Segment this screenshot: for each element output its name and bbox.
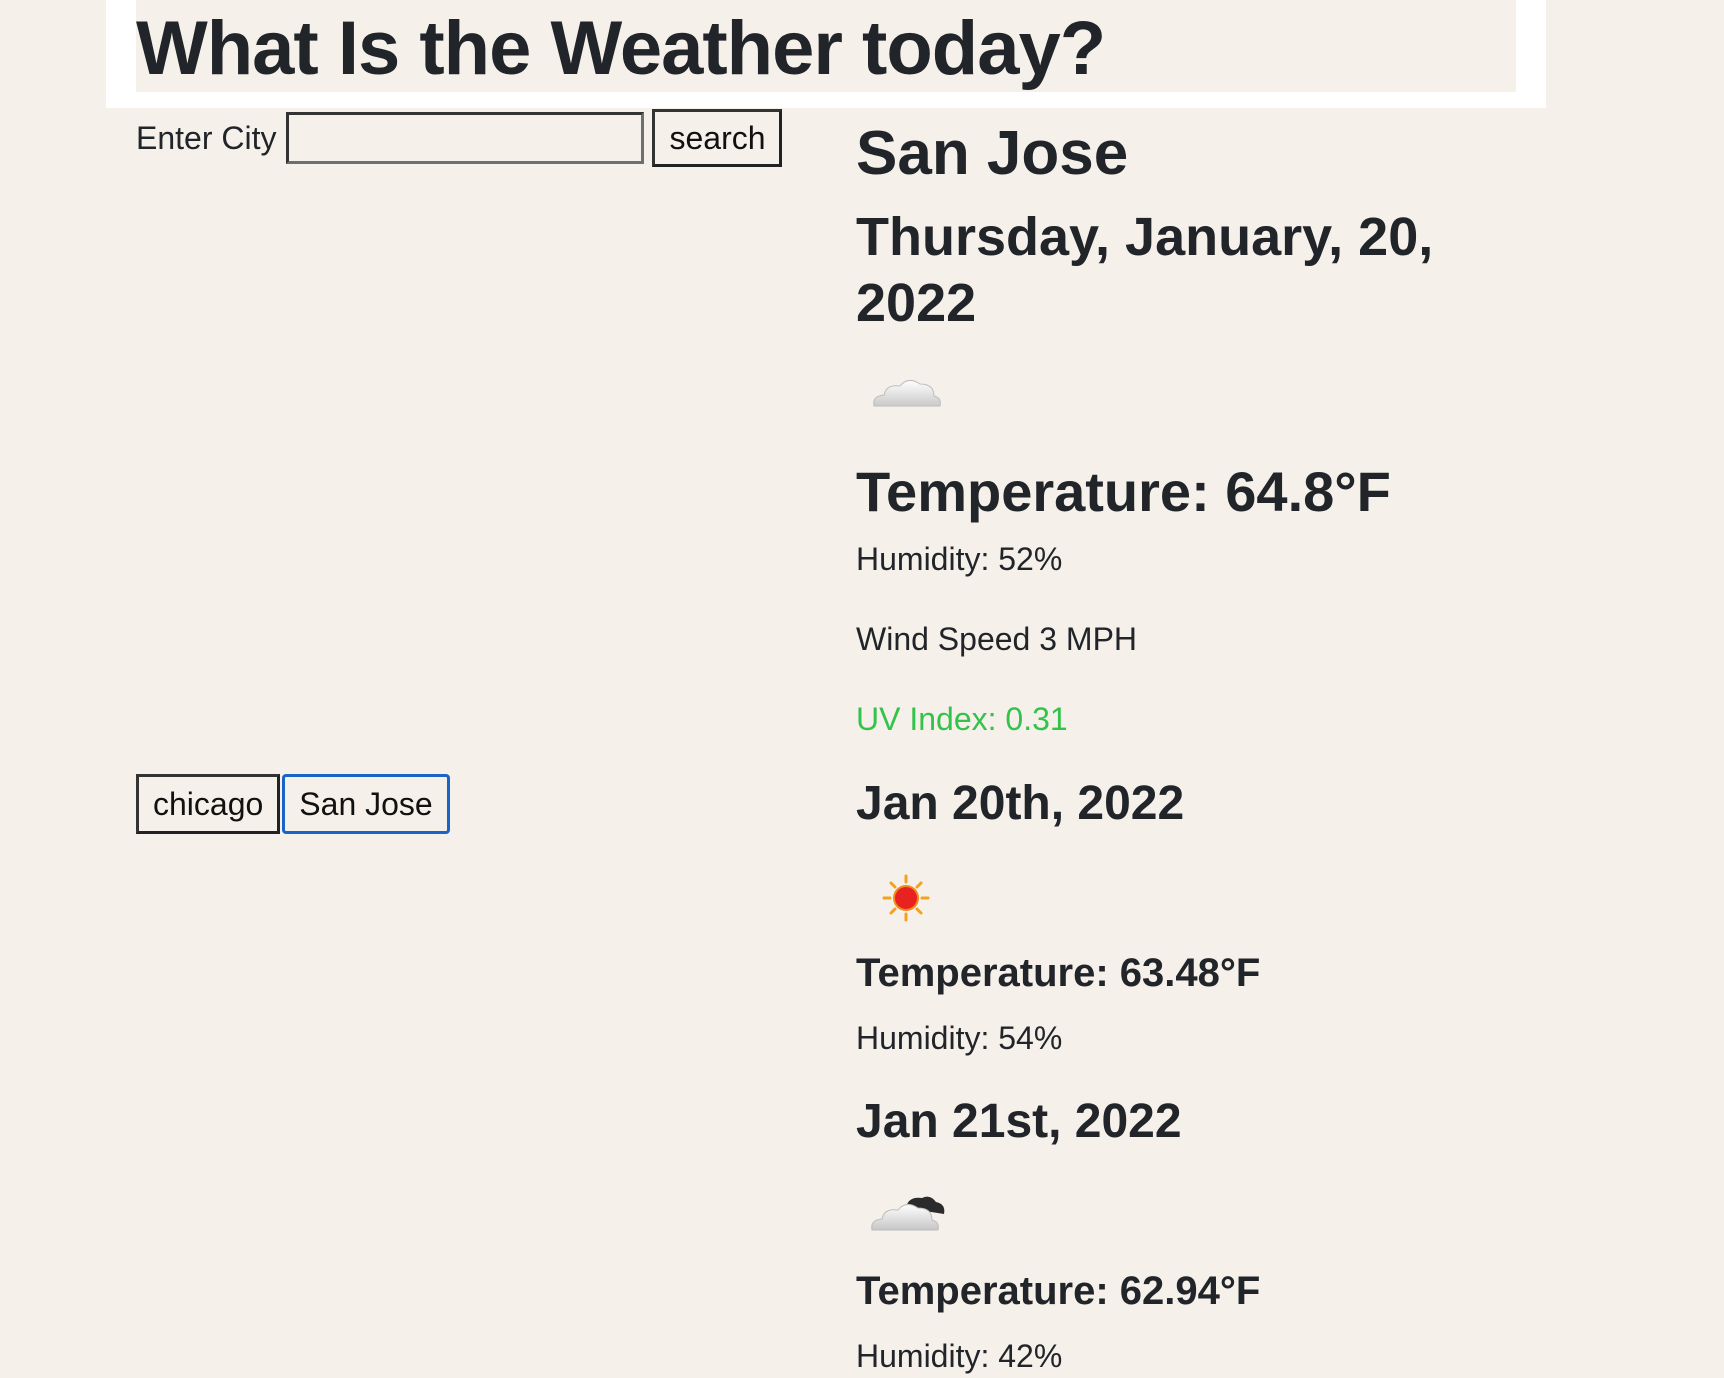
- forecast-humidity: Humidity: 42%: [856, 1338, 1063, 1374]
- search-history: chicago San Jose: [136, 774, 450, 834]
- forecast-date: Jan 20th, 2022: [856, 777, 1185, 830]
- search-label: Enter City: [136, 119, 277, 156]
- search-row: Enter City search: [136, 108, 783, 168]
- history-button-chicago[interactable]: chicago: [136, 774, 281, 834]
- forecast-humidity: Humidity: 54%: [856, 1020, 1063, 1056]
- forecast-temperature: Temperature: 62.94°F: [856, 1269, 1261, 1313]
- forecast-date: Jan 21st, 2022: [856, 1095, 1182, 1148]
- current-wind-speed: Wind Speed 3 MPH: [856, 621, 1138, 657]
- current-temperature: Temperature: 64.8°F: [856, 460, 1391, 523]
- history-button-san-jose[interactable]: San Jose: [282, 774, 450, 834]
- search-button[interactable]: search: [652, 109, 783, 167]
- header-inner: What Is the Weather today?: [136, 0, 1516, 92]
- partly-cloudy-icon: [871, 1196, 945, 1231]
- current-date: Thursday, January, 20, 2022: [856, 207, 1434, 333]
- header-band: What Is the Weather today?: [106, 0, 1546, 108]
- sun-icon: [882, 874, 930, 922]
- city-name: San Jose: [856, 119, 1129, 188]
- city-search-input[interactable]: [286, 112, 645, 164]
- current-uv-index: UV Index: 0.31: [856, 701, 1068, 737]
- page-title: What Is the Weather today?: [136, 6, 1106, 91]
- current-humidity: Humidity: 52%: [856, 541, 1063, 577]
- forecast-temperature: Temperature: 63.48°F: [856, 951, 1261, 995]
- cloud-icon: [873, 380, 941, 407]
